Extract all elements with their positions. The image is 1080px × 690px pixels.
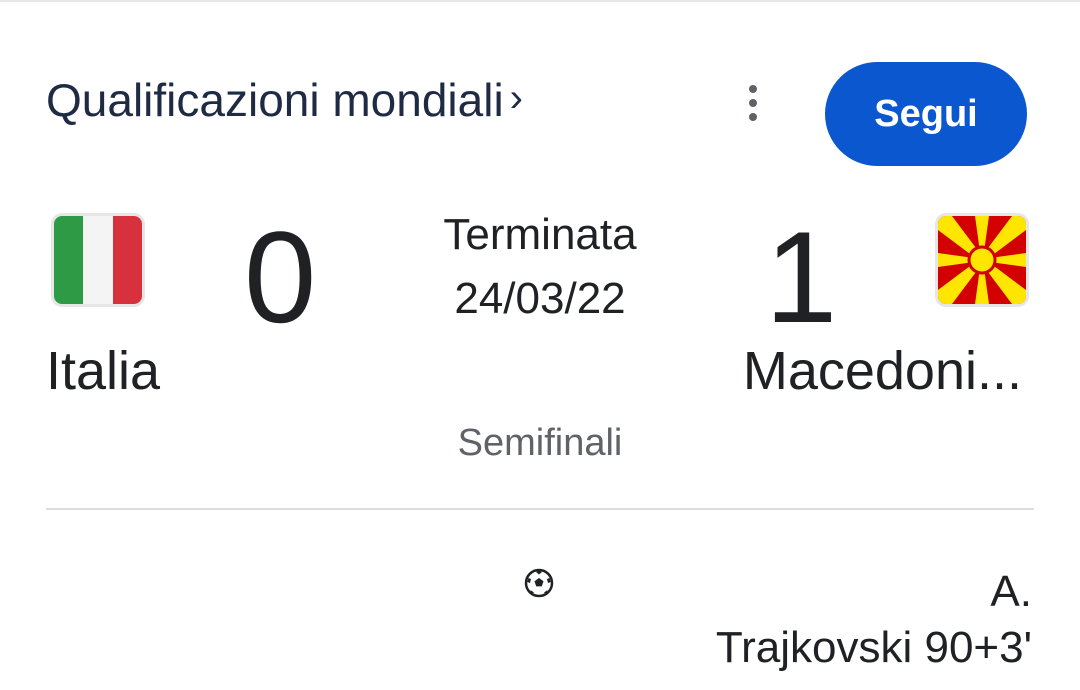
scorer-line-1: A. <box>990 567 1032 616</box>
match-status: Terminata <box>443 210 637 259</box>
home-team-name: Italia <box>46 341 161 401</box>
competition-link[interactable]: Qualificazioni mondiali › <box>46 70 523 130</box>
italy-flag-icon <box>54 216 142 304</box>
match-date: 24/03/22 <box>454 274 626 323</box>
more-options-icon-dot <box>749 85 757 93</box>
away-team-name: Macedoni... <box>742 341 1022 401</box>
more-options-icon-dot <box>749 99 757 107</box>
north-macedonia-flag-icon <box>938 216 1026 304</box>
follow-button[interactable]: Segui <box>825 62 1027 166</box>
home-score: 0 <box>244 204 317 350</box>
chevron-right-icon: › <box>509 75 523 120</box>
soccer-ball-icon <box>524 568 554 598</box>
away-score: 1 <box>765 204 838 350</box>
more-options-icon-dot <box>749 113 757 121</box>
divider <box>46 508 1034 510</box>
competition-title: Qualificazioni mondiali <box>46 74 504 126</box>
scorer-line-2: Trajkovski 90+3' <box>715 623 1032 672</box>
match-card: Qualificazioni mondiali › Segui 0 Termin… <box>0 0 1080 690</box>
more-options-button[interactable] <box>730 80 776 126</box>
match-round: Semifinali <box>457 422 623 464</box>
away-goal-scorer: A. Trajkovski 90+3' <box>716 564 1032 676</box>
